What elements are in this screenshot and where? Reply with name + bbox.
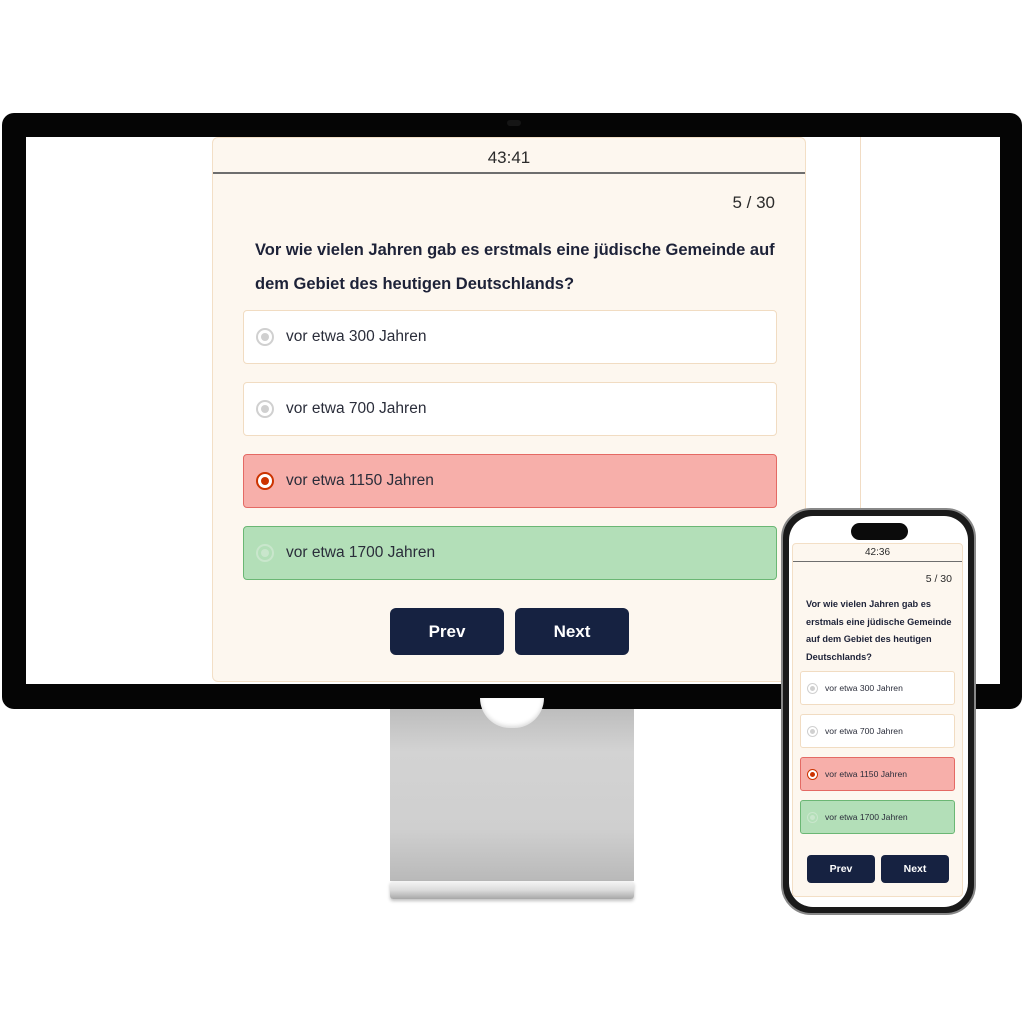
answer-option-correct[interactable]: vor etwa 1700 Jahren <box>243 526 777 580</box>
answer-label: vor etwa 1700 Jahren <box>825 812 908 822</box>
question-counter: 5 / 30 <box>732 193 775 212</box>
mobile-question-text: Vor wie vielen Jahren gab es erstmals ei… <box>806 599 952 662</box>
next-button[interactable]: Next <box>515 608 629 655</box>
answer-label: vor etwa 700 Jahren <box>825 726 903 736</box>
mobile-phone: 42:36 5 / 30 Vor wie vielen Jahren gab e… <box>781 508 976 915</box>
mobile-quiz-navigation: Prev Next <box>807 855 949 883</box>
mobile-answer-option[interactable]: vor etwa 300 Jahren <box>800 671 955 705</box>
radio-icon[interactable] <box>807 682 818 694</box>
mobile-answer-option-wrong-selected[interactable]: vor etwa 1150 Jahren <box>800 757 955 791</box>
answer-label: vor etwa 1700 Jahren <box>286 544 436 561</box>
mobile-answer-options: vor etwa 300 Jahren vor etwa 700 Jahren … <box>800 671 955 843</box>
answer-option-wrong-selected[interactable]: vor etwa 1150 Jahren <box>243 454 777 508</box>
monitor-stand <box>390 709 634 881</box>
mobile-timer-divider <box>793 561 962 562</box>
timer: 43:41 <box>487 148 531 167</box>
quiz-navigation: Prev Next <box>390 608 629 655</box>
answer-label: vor etwa 700 Jahren <box>286 400 427 417</box>
radio-icon[interactable] <box>256 328 274 346</box>
mobile-screen: 42:36 5 / 30 Vor wie vielen Jahren gab e… <box>789 516 968 907</box>
answer-label: vor etwa 300 Jahren <box>825 683 903 693</box>
mobile-question-counter: 5 / 30 <box>925 573 952 585</box>
radio-icon[interactable] <box>256 400 274 418</box>
radio-icon[interactable] <box>256 544 274 562</box>
answer-label: vor etwa 1150 Jahren <box>825 769 908 779</box>
webcam-icon <box>507 120 521 126</box>
prev-button[interactable]: Prev <box>390 608 504 655</box>
answer-option[interactable]: vor etwa 700 Jahren <box>243 382 777 436</box>
timer-divider <box>213 172 805 174</box>
mobile-timer: 42:36 <box>864 547 891 558</box>
question-text: Vor wie vielen Jahren gab es erstmals ei… <box>255 241 775 293</box>
dynamic-island <box>851 523 908 540</box>
radio-selected-icon[interactable] <box>807 768 818 780</box>
mobile-quiz-card: 42:36 5 / 30 Vor wie vielen Jahren gab e… <box>792 543 963 897</box>
radio-icon[interactable] <box>807 725 818 737</box>
answer-options: vor etwa 300 Jahren vor etwa 700 Jahren … <box>243 310 777 598</box>
answer-label: vor etwa 1150 Jahren <box>286 472 434 489</box>
radio-icon[interactable] <box>807 811 818 823</box>
mobile-answer-option[interactable]: vor etwa 700 Jahren <box>800 714 955 748</box>
quiz-card: 43:41 5 / 30 Vor wie vielen Jahren gab e… <box>212 137 806 682</box>
mobile-prev-button[interactable]: Prev <box>807 855 875 883</box>
radio-selected-icon[interactable] <box>256 472 274 490</box>
monitor-stand-base <box>390 881 634 899</box>
mobile-answer-option-correct[interactable]: vor etwa 1700 Jahren <box>800 800 955 834</box>
mobile-next-button[interactable]: Next <box>881 855 949 883</box>
answer-label: vor etwa 300 Jahren <box>286 328 427 345</box>
answer-option[interactable]: vor etwa 300 Jahren <box>243 310 777 364</box>
